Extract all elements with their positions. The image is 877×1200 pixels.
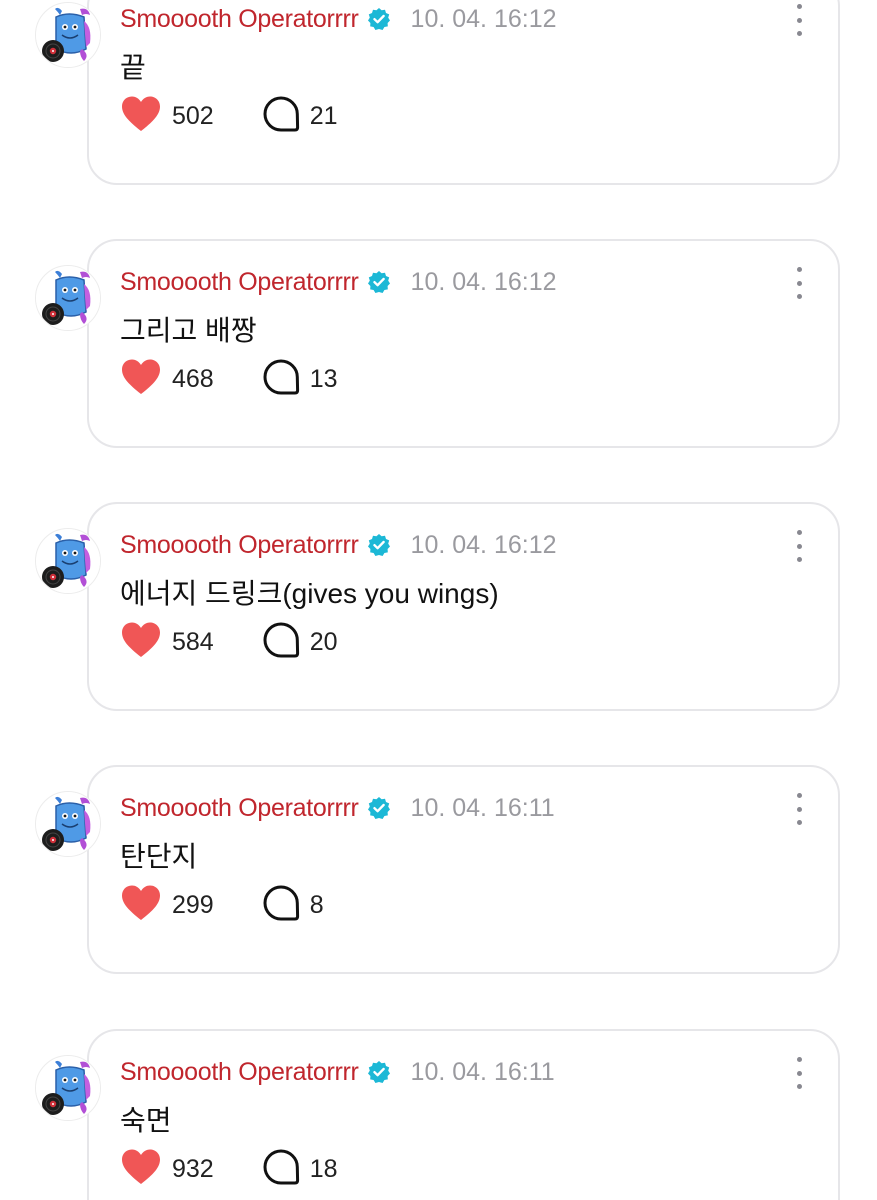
post-content: 탄단지: [120, 841, 198, 872]
post-item: Smooooth Operatorrrr 10. 04. 16:12 에너지 드…: [0, 502, 877, 714]
reply-button[interactable]: 21: [262, 95, 338, 138]
verified-badge-icon: [367, 7, 391, 31]
post-header: Smooooth Operatorrrr 10. 04. 16:11: [120, 793, 555, 823]
like-count: 584: [172, 627, 214, 656]
speech-bubble-icon: [262, 884, 300, 927]
timestamp: 10. 04. 16:12: [410, 4, 557, 33]
heart-icon: [120, 1148, 162, 1191]
post-actions: 584 20: [120, 622, 338, 662]
heart-icon: [120, 95, 162, 138]
reply-count: 18: [309, 1154, 338, 1183]
reply-button[interactable]: 18: [262, 1148, 338, 1191]
like-button[interactable]: 502: [120, 95, 214, 138]
verified-badge-icon: [367, 796, 391, 820]
verified-badge-icon: [367, 1060, 391, 1084]
speech-bubble-icon: [262, 95, 300, 138]
avatar[interactable]: [35, 2, 101, 68]
avatar[interactable]: [35, 265, 101, 331]
like-button[interactable]: 584: [120, 621, 214, 664]
post-item: Smooooth Operatorrrr 10. 04. 16:11 탄단지 2…: [0, 765, 877, 977]
like-count: 932: [172, 1154, 214, 1183]
reply-count: 13: [309, 364, 338, 393]
post-content: 끝: [120, 52, 146, 83]
timestamp: 10. 04. 16:11: [410, 793, 555, 822]
more-options-icon[interactable]: [790, 1057, 808, 1089]
username[interactable]: Smooooth Operatorrrr: [120, 794, 359, 823]
post-actions: 299 8: [120, 885, 324, 925]
username[interactable]: Smooooth Operatorrrr: [120, 268, 359, 297]
reply-button[interactable]: 20: [262, 621, 338, 664]
reply-count: 21: [309, 101, 338, 130]
post-header: Smooooth Operatorrrr 10. 04. 16:12: [120, 4, 557, 34]
speech-bubble-icon: [262, 358, 300, 401]
username[interactable]: Smooooth Operatorrrr: [120, 531, 359, 560]
more-options-icon[interactable]: [790, 267, 808, 299]
post-feed: Smooooth Operatorrrr 10. 04. 16:12 끝 502…: [0, 0, 877, 1200]
post-header: Smooooth Operatorrrr 10. 04. 16:12: [120, 530, 557, 560]
heart-icon: [120, 358, 162, 401]
avatar[interactable]: [35, 1055, 101, 1121]
avatar[interactable]: [35, 791, 101, 857]
post-item: Smooooth Operatorrrr 10. 04. 16:12 끝 502…: [0, 0, 877, 188]
reply-button[interactable]: 13: [262, 358, 338, 401]
username[interactable]: Smooooth Operatorrrr: [120, 1058, 359, 1087]
verified-badge-icon: [367, 533, 391, 557]
heart-icon: [120, 884, 162, 927]
post-item: Smooooth Operatorrrr 10. 04. 16:11 숙면 93…: [0, 1029, 877, 1200]
avatar[interactable]: [35, 528, 101, 594]
more-options-icon[interactable]: [790, 4, 808, 36]
verified-badge-icon: [367, 270, 391, 294]
reply-count: 20: [309, 627, 338, 656]
reply-count: 8: [309, 890, 324, 919]
post-header: Smooooth Operatorrrr 10. 04. 16:11: [120, 1057, 555, 1087]
post-actions: 502 21: [120, 96, 338, 136]
like-button[interactable]: 299: [120, 884, 214, 927]
username[interactable]: Smooooth Operatorrrr: [120, 5, 359, 34]
speech-bubble-icon: [262, 621, 300, 664]
timestamp: 10. 04. 16:12: [410, 267, 557, 296]
like-button[interactable]: 468: [120, 358, 214, 401]
post-item: Smooooth Operatorrrr 10. 04. 16:12 그리고 배…: [0, 239, 877, 451]
post-actions: 468 13: [120, 359, 338, 399]
post-content: 그리고 배짱: [120, 315, 257, 346]
speech-bubble-icon: [262, 1148, 300, 1191]
like-count: 468: [172, 364, 214, 393]
post-header: Smooooth Operatorrrr 10. 04. 16:12: [120, 267, 557, 297]
timestamp: 10. 04. 16:11: [410, 1057, 555, 1086]
post-content: 숙면: [120, 1105, 172, 1136]
reply-button[interactable]: 8: [262, 884, 324, 927]
timestamp: 10. 04. 16:12: [410, 530, 557, 559]
more-options-icon[interactable]: [790, 793, 808, 825]
like-count: 502: [172, 101, 214, 130]
more-options-icon[interactable]: [790, 530, 808, 562]
like-count: 299: [172, 890, 214, 919]
post-actions: 932 18: [120, 1149, 338, 1189]
post-content: 에너지 드링크(gives you wings): [120, 578, 499, 609]
heart-icon: [120, 621, 162, 664]
like-button[interactable]: 932: [120, 1148, 214, 1191]
